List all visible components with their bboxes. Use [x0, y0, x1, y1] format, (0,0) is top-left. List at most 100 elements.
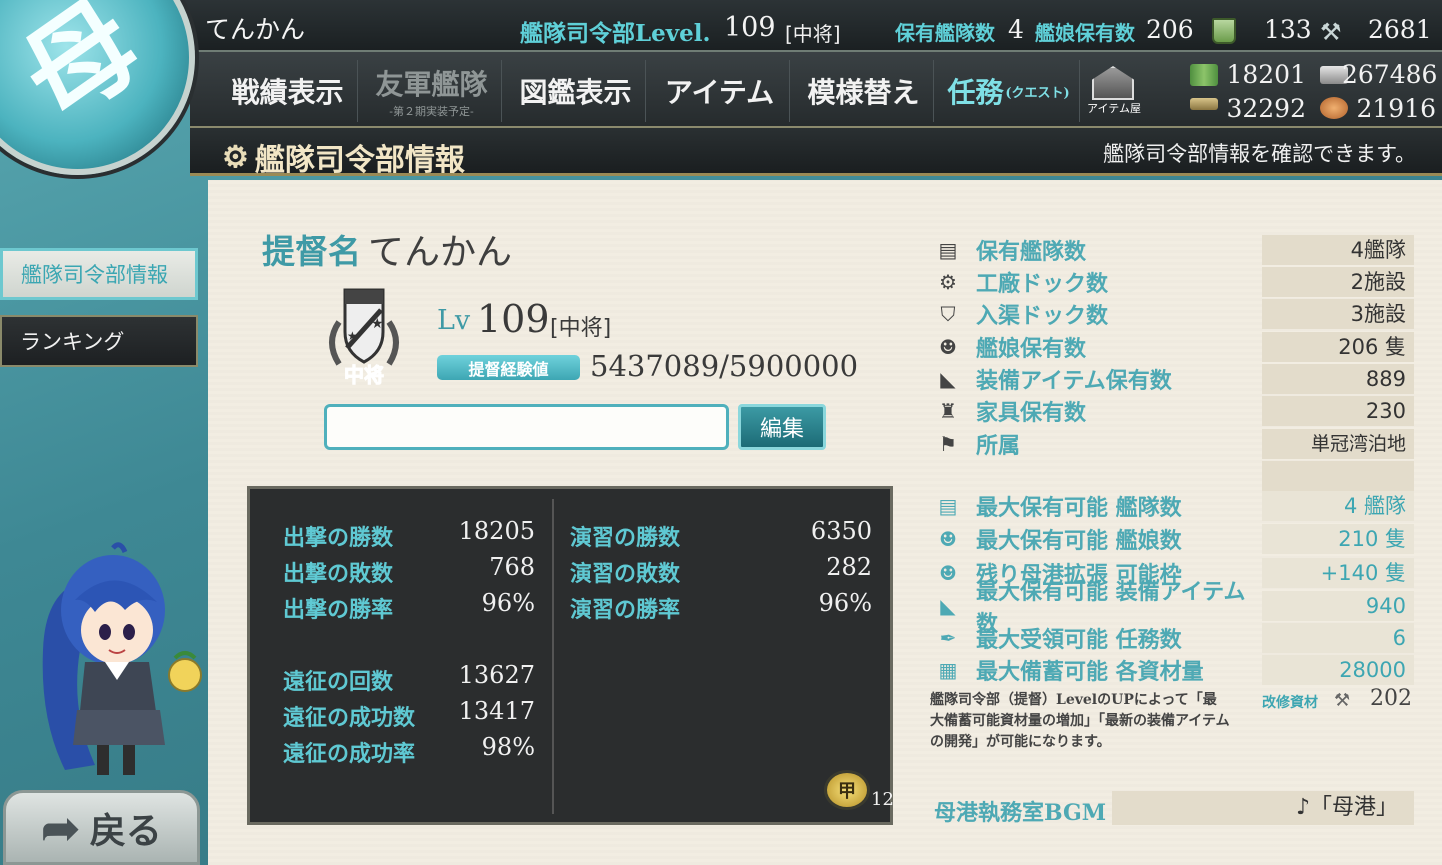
pen-icon: ✒ — [939, 626, 957, 650]
cap-value: +140 隻 — [1262, 558, 1414, 588]
menu-items-label: アイテム — [664, 76, 775, 109]
equipment-icon: ◣ — [940, 367, 956, 391]
improvement-material-count: 202 — [1370, 686, 1412, 711]
admiral-level: 109 — [477, 297, 550, 341]
medal-count: 12 — [871, 789, 894, 810]
expedition-rate: 98% — [481, 733, 535, 761]
devmat-count: 2681 — [1368, 15, 1432, 44]
sidebar-item-label: 艦隊司令部情報 — [21, 263, 168, 287]
sortie-losses-label: 出撃の敗数 — [283, 561, 394, 587]
menu-allied-fleet-label: 友軍艦隊 — [375, 68, 488, 101]
equipment-icon: ◣ — [940, 594, 956, 618]
bucket-count: 133 — [1264, 15, 1312, 44]
exercise-wins-label: 演習の勝数 — [570, 525, 681, 551]
info-value: 単冠湾泊地 — [1262, 429, 1414, 459]
rank-badge-text: 中将 — [344, 363, 384, 387]
cap-value: 210 隻 — [1262, 524, 1414, 554]
cap-label: 最大受領可能 任務数 — [976, 627, 1182, 653]
shield-icon: ⛉ — [940, 302, 956, 326]
sidebar-item-hq-info[interactable]: 艦隊司令部情報 — [0, 248, 198, 300]
menu-quest-label: 任務 — [947, 76, 1004, 109]
menu-furniture[interactable]: 模様替え — [794, 60, 934, 122]
edit-button[interactable]: 編集 — [738, 404, 826, 450]
info-value: 230 — [1262, 396, 1414, 426]
exercise-losses-label: 演習の敗数 — [570, 561, 681, 587]
hq-level: 109 — [724, 12, 776, 43]
info-value: 4艦隊 — [1262, 235, 1414, 265]
admiral-exp: 5437089/5900000 — [590, 349, 859, 383]
menu-allied-fleet-sub: -第２期実装予定- — [389, 105, 474, 118]
rank-insignia-icon: ★ ★ 中将 — [329, 288, 399, 387]
page-description: 艦隊司令部情報を確認できます。 — [1103, 142, 1416, 166]
menu-items[interactable]: アイテム — [650, 60, 790, 122]
edit-button-label: 編集 — [759, 417, 804, 442]
shipgirl-icon: ☻ — [939, 335, 957, 359]
level-up-note: 艦隊司令部（提督）LevelのUPによって「最大備蓄可能資材量の増加」「最新の装… — [930, 692, 1230, 750]
admiral-rank: [中将] — [550, 316, 612, 341]
page-title-text: 艦隊司令部情報 — [254, 143, 465, 178]
expedition-success: 13417 — [458, 697, 535, 725]
bauxite-count: 21916 — [1356, 94, 1436, 123]
menu-furniture-label: 模様替え — [807, 76, 920, 109]
info-row-construction-docks: ⚙ 工廠ドック数 2施設 — [930, 267, 1414, 297]
back-button[interactable]: ➦ 戻る — [3, 790, 200, 865]
admiral-name-label: 提督名 — [262, 232, 361, 271]
bucket-icon — [1212, 18, 1236, 44]
medal-icon: 甲 — [824, 770, 870, 810]
info-value: 3施設 — [1262, 299, 1414, 329]
player-name: てんかん — [205, 15, 306, 44]
sortie-wins-label: 出撃の勝数 — [283, 525, 394, 551]
cap-row-equipment: ◣ 最大保有可能 装備アイテム数 940 — [930, 579, 1414, 637]
cap-label: 最大保有可能 艦娘数 — [976, 528, 1182, 554]
cap-row-resources: ▦ 最大備蓄可能 各資材量 28000 — [930, 655, 1414, 685]
info-label: 所属 — [976, 433, 1021, 459]
info-value: 889 — [1262, 364, 1414, 394]
menu-quest-sub: (クエスト) — [1005, 85, 1070, 101]
expedition-success-label: 遠征の成功数 — [283, 705, 416, 731]
exercise-rate-label: 演習の勝率 — [570, 597, 681, 623]
bgm-label: 母港執務室BGM — [934, 800, 1107, 826]
item-shop-button[interactable]: アイテム屋 — [1084, 64, 1144, 118]
devmat-icon: ⚒ — [1320, 18, 1342, 46]
fleets-label: 保有艦隊数 — [895, 21, 995, 45]
fleet-icon: ▤ — [938, 494, 958, 518]
hq-level-label: 艦隊司令部Level. — [520, 20, 711, 47]
info-row-furniture: ♜ 家具保有数 230 — [930, 396, 1414, 426]
cap-value: 4 艦隊 — [1262, 491, 1414, 521]
menu-battle-record[interactable]: 戦績表示 — [218, 60, 358, 122]
level-label: Lv — [437, 305, 471, 336]
ammo-count: 32292 — [1226, 94, 1306, 123]
info-row-affiliation: ⚑ 所属 単冠湾泊地 — [930, 429, 1414, 459]
flag-icon: ⚑ — [939, 432, 957, 456]
info-label: 装備アイテム保有数 — [976, 368, 1172, 394]
info-value: 2施設 — [1262, 267, 1414, 297]
gear-icon: ⚙ — [939, 270, 957, 294]
fleet-icon: ▤ — [938, 238, 958, 262]
info-row-repair-docks: ⛉ 入渠ドック数 3施設 — [930, 299, 1414, 329]
improvement-material-icon: ⚒ — [1334, 690, 1351, 711]
expedition-rate-label: 遠征の成功率 — [283, 741, 416, 767]
sortie-rate-label: 出撃の勝率 — [283, 597, 394, 623]
shipgirl-icon: ☻ — [939, 527, 957, 551]
medal-glyph: 甲 — [838, 781, 856, 802]
comment-input[interactable] — [324, 404, 729, 450]
gear-icon: ⚙ — [222, 139, 249, 175]
fuel-count: 18201 — [1226, 60, 1306, 89]
info-value: 206 隻 — [1262, 332, 1414, 362]
port-emblem-icon[interactable]: 母 — [0, 0, 195, 175]
cap-row-quests: ✒ 最大受領可能 任務数 6 — [930, 623, 1414, 653]
back-arrow-icon: ➦ — [41, 800, 80, 855]
bgm-select[interactable]: ♪「母港」 — [1112, 791, 1414, 825]
menu-quest[interactable]: 任務 (クエスト) — [938, 60, 1080, 122]
exercise-losses: 282 — [826, 553, 872, 581]
sortie-wins: 18205 — [458, 517, 535, 545]
sidebar-item-ranking[interactable]: ランキング — [0, 315, 198, 367]
shipgirl-icon: ☻ — [939, 561, 957, 585]
exercise-wins: 6350 — [810, 517, 872, 545]
menu-library[interactable]: 図鑑表示 — [506, 60, 646, 122]
box-icon: ▦ — [938, 658, 958, 682]
app-window: てんかん 艦隊司令部Level. 109 [中将] 保有艦隊数 4 艦娘保有数 … — [0, 0, 1442, 865]
shipgirl-chibi-character — [42, 542, 202, 775]
info-label: 保有艦隊数 — [976, 239, 1087, 265]
svg-text:★: ★ — [371, 316, 384, 332]
